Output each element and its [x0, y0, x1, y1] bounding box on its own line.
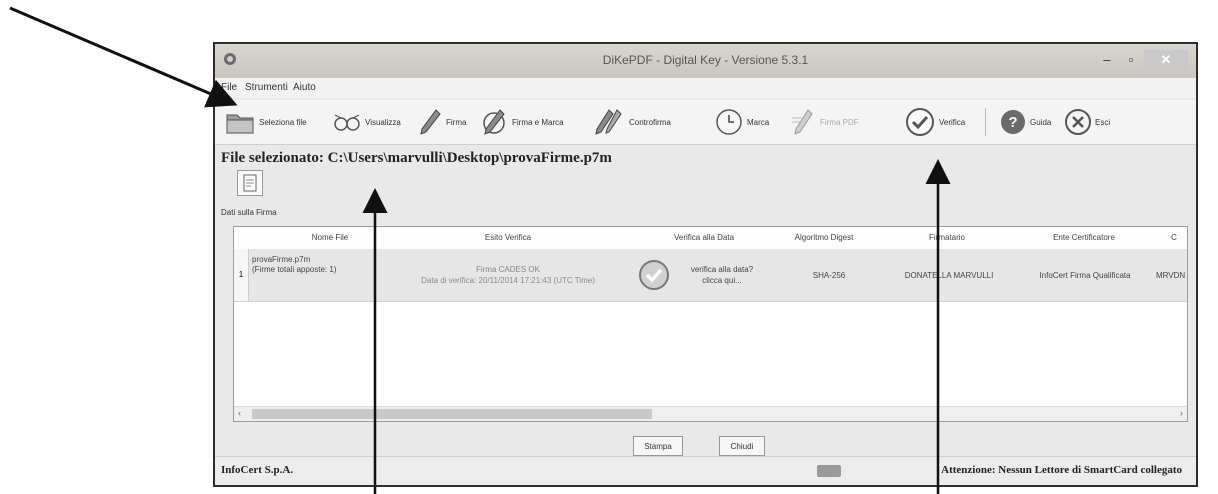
arrow-to-seleziona-file [9, 6, 238, 108]
status-bar: InfoCert S.p.A. Attenzione: Nessun Letto… [215, 456, 1196, 485]
nome-file-line2: (Firme totali apposte: 1) [252, 265, 337, 274]
col-algoritmo-digest: Algoritmo Digest [794, 233, 854, 242]
col-firmatario: Firmatario [928, 233, 965, 242]
verifica-line2[interactable]: clicca qui... [674, 276, 770, 285]
controfirma-button[interactable]: Controfirma [595, 106, 671, 138]
clock-icon [716, 109, 742, 135]
toolbar: Seleziona file Visualizza Firma Firma e … [215, 100, 1196, 145]
row-number: 1 [234, 249, 249, 301]
ente-certificatore: InfoCert Firma Qualificata [1039, 271, 1131, 280]
maximize-button[interactable]: ▫ [1120, 50, 1142, 70]
countersign-pen-icon [595, 109, 622, 135]
horizontal-scrollbar[interactable]: ‹ › [234, 406, 1187, 421]
pen-icon [420, 109, 441, 135]
esci-label: Esci [1095, 117, 1111, 127]
check-icon [906, 108, 934, 136]
menu-strumenti[interactable]: Strumenti [245, 82, 288, 93]
window-title: DiKePDF - Digital Key - Versione 5.3.1 [602, 53, 809, 67]
c-value: MRVDN [1156, 271, 1186, 280]
pen-clock-icon [483, 109, 505, 135]
seleziona-file-label: Seleziona file [259, 117, 307, 127]
col-esito-verifica: Esito Verifica [484, 233, 532, 242]
company-name: InfoCert S.p.A. [221, 464, 294, 476]
status-message: Attenzione: Nessun Lettore di SmartCard … [941, 464, 1182, 476]
firma-button[interactable]: Firma [420, 106, 466, 138]
col-c: C [1171, 233, 1177, 242]
verifica-button[interactable]: Verifica [905, 106, 965, 138]
stampa-button[interactable]: Stampa [633, 436, 683, 456]
menu-aiuto[interactable]: Aiuto [293, 82, 316, 93]
firma-e-marca-button[interactable]: Firma e Marca [480, 106, 564, 138]
verifica-line1[interactable]: verifica alla data? [674, 265, 770, 274]
details-icon-button[interactable] [237, 170, 263, 196]
col-ente-certificatore: Ente Certificatore [1053, 233, 1115, 242]
folder-icon [226, 114, 254, 134]
scroll-right-icon[interactable]: › [1180, 408, 1183, 418]
table-row[interactable]: 1 provaFirme.p7m (Firme totali apposte: … [234, 249, 1187, 302]
exit-icon [1065, 109, 1091, 135]
marca-label: Marca [747, 117, 770, 127]
firma-e-marca-label: Firma e Marca [512, 117, 564, 127]
minimize-button[interactable]: – [1096, 50, 1118, 70]
pdf-pen-icon [792, 109, 813, 135]
toolbar-separator [985, 108, 986, 136]
menu-bar: File Strumenti Aiuto [215, 78, 1196, 98]
section-label: Dati sulla Firma [221, 208, 277, 217]
document-details-icon [243, 174, 257, 192]
title-bar: DiKePDF - Digital Key - Versione 5.3.1 –… [215, 44, 1196, 78]
svg-text:?: ? [1008, 114, 1017, 131]
guida-label: Guida [1030, 117, 1052, 127]
firma-label: Firma [446, 117, 467, 127]
esito-line1: Firma CADES OK [475, 265, 540, 274]
col-nome-file: Nome File [311, 233, 349, 242]
help-icon: ? [1001, 110, 1025, 134]
checkmark-badge-icon[interactable] [638, 259, 670, 291]
seleziona-file-button[interactable]: Seleziona file [225, 106, 307, 138]
chiudi-button[interactable]: Chiudi [719, 436, 765, 456]
guida-button[interactable]: ? Guida [1000, 106, 1051, 138]
visualizza-label: Visualizza [365, 117, 401, 127]
scrollbar-thumb[interactable] [252, 409, 652, 419]
table-header: Nome File Esito Verifica Verifica alla D… [234, 227, 1187, 250]
controfirma-label: Controfirma [629, 117, 671, 127]
firma-pdf-button[interactable]: Firma PDF [790, 106, 859, 138]
menu-file[interactable]: File [221, 82, 237, 93]
app-window: DiKePDF - Digital Key - Versione 5.3.1 –… [213, 42, 1198, 487]
card-reader-icon [817, 465, 841, 477]
file-selezionato-label: File selezionato: C:\Users\marvulli\Desk… [221, 150, 612, 166]
col-verifica-alla-data: Verifica alla Data [673, 233, 735, 242]
marca-button[interactable]: Marca [715, 106, 769, 138]
scroll-left-icon[interactable]: ‹ [238, 408, 241, 418]
nome-file-line1: provaFirme.p7m [252, 255, 311, 264]
esci-button[interactable]: Esci [1065, 106, 1110, 138]
algoritmo-digest: SHA-256 [812, 271, 846, 280]
verifica-label: Verifica [939, 117, 966, 127]
esito-line2: Data di verifica: 20/11/2014 17:21:43 (U… [421, 276, 595, 285]
firmatario: DONATELLA MARVULLI [904, 271, 994, 280]
close-button[interactable]: ✕ [1144, 50, 1188, 70]
visualizza-button[interactable]: Visualizza [333, 106, 401, 138]
firma-pdf-label: Firma PDF [820, 117, 859, 127]
glasses-icon [334, 114, 360, 131]
signature-table: Nome File Esito Verifica Verifica alla D… [233, 226, 1188, 422]
